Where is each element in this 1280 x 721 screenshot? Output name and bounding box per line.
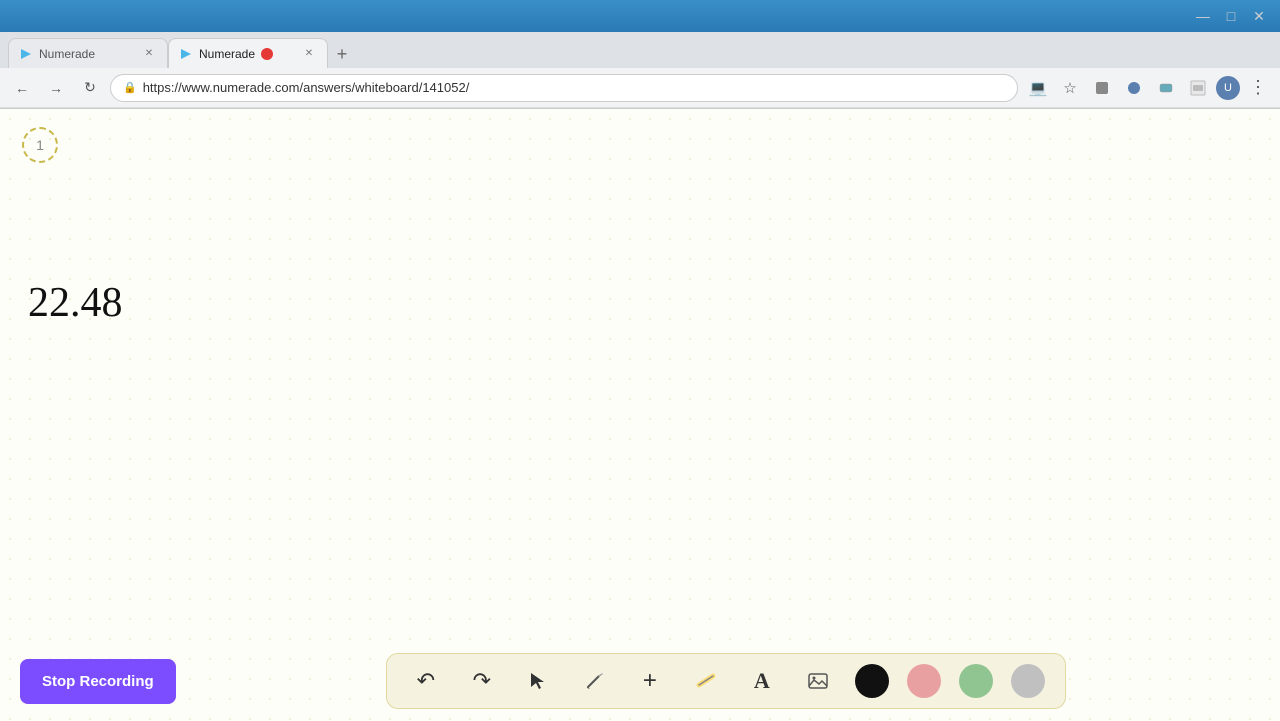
tab2-close[interactable]: ✕ (301, 46, 317, 62)
browser-menu-button[interactable]: ⋮ (1244, 74, 1272, 102)
whiteboard-canvas[interactable]: 1 22.48 Stop Recording ↶ ↷ (0, 109, 1280, 721)
undo-button[interactable]: ↶ (407, 662, 445, 700)
drawing-toolbar: ↶ ↷ + (192, 653, 1260, 709)
color-gray-swatch[interactable] (1011, 664, 1045, 698)
tab1-label: Numerade (39, 47, 95, 61)
bookmark-icon[interactable]: ☆ (1056, 74, 1084, 102)
tab1-favicon (19, 47, 33, 61)
color-black-swatch[interactable] (855, 664, 889, 698)
extension4-icon[interactable] (1184, 74, 1212, 102)
user-avatar[interactable]: U (1216, 76, 1240, 100)
add-tool-button[interactable]: + (631, 662, 669, 700)
title-bar: — □ ✕ (0, 0, 1280, 32)
extension2-icon[interactable] (1120, 74, 1148, 102)
refresh-button[interactable]: ↻ (76, 74, 104, 102)
pencil-tool-button[interactable] (575, 662, 613, 700)
extension3-icon[interactable] (1152, 74, 1180, 102)
tab2-label: Numerade (199, 47, 255, 61)
whiteboard-content: 22.48 (28, 279, 123, 327)
page-number-circle: 1 (22, 127, 58, 163)
toolbar-inner: ↶ ↷ + (386, 653, 1066, 709)
redo-button[interactable]: ↷ (463, 662, 501, 700)
lock-icon: 🔒 (123, 81, 137, 94)
screen-icon[interactable]: 💻 (1024, 74, 1052, 102)
bottom-toolbar-area: Stop Recording ↶ ↷ (0, 641, 1280, 721)
eraser-tool-button[interactable] (687, 662, 725, 700)
browser-toolbar-right: 💻 ☆ U ⋮ (1024, 74, 1272, 102)
text-tool-button[interactable]: A (743, 662, 781, 700)
image-tool-button[interactable] (799, 662, 837, 700)
page-number: 1 (36, 137, 44, 153)
tab1-close[interactable]: ✕ (141, 46, 157, 62)
stop-recording-button[interactable]: Stop Recording (20, 659, 176, 704)
nav-bar: ← → ↻ 🔒 https://www.numerade.com/answers… (0, 68, 1280, 108)
tab2-favicon (179, 47, 193, 61)
minimize-button[interactable]: — (1190, 3, 1216, 29)
browser-tab-1[interactable]: Numerade ✕ (8, 38, 168, 68)
back-button[interactable]: ← (8, 74, 36, 102)
new-tab-button[interactable]: + (328, 40, 356, 68)
url-text: https://www.numerade.com/answers/whitebo… (143, 80, 470, 95)
tabs-bar: Numerade ✕ Numerade ✕ + (0, 32, 1280, 68)
select-tool-button[interactable] (519, 662, 557, 700)
close-button[interactable]: ✕ (1246, 3, 1272, 29)
color-green-swatch[interactable] (959, 664, 993, 698)
address-bar[interactable]: 🔒 https://www.numerade.com/answers/white… (110, 74, 1018, 102)
color-pink-swatch[interactable] (907, 664, 941, 698)
recording-dot (261, 48, 273, 60)
browser-tab-2[interactable]: Numerade ✕ (168, 38, 328, 68)
extension1-icon[interactable] (1088, 74, 1116, 102)
maximize-button[interactable]: □ (1218, 3, 1244, 29)
window-controls: — □ ✕ (1190, 3, 1272, 29)
forward-button[interactable]: → (42, 74, 70, 102)
